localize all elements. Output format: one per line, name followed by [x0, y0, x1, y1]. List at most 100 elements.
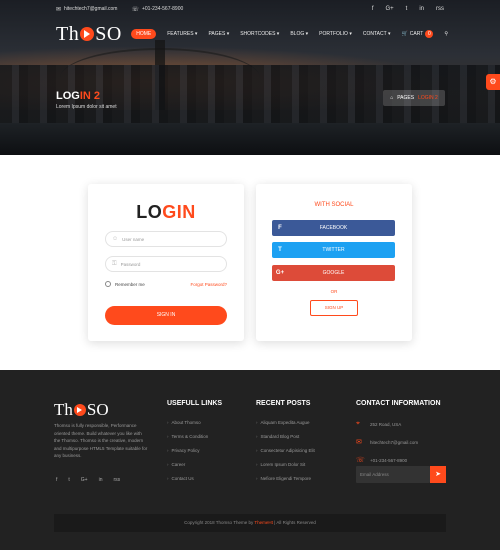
or-divider: OR [330, 289, 338, 294]
chevron-right-icon: › [256, 475, 258, 481]
settings-float-button[interactable]: ⚙ [486, 74, 500, 90]
twitter-icon[interactable]: t [406, 6, 408, 12]
password-field[interactable]: ⚿ [105, 256, 227, 272]
chevron-right-icon: › [167, 447, 169, 453]
contact-address: ⌖ 252 Road, USA [356, 420, 402, 427]
copyright-brand-link[interactable]: ThemeHt [254, 520, 273, 525]
logo-play-icon [80, 27, 95, 41]
page-title: LOGIN 2 [56, 90, 101, 102]
footer-logo[interactable]: Th SO [54, 400, 109, 420]
contact-email[interactable]: ✉ hitechtech7@gmail.com [356, 433, 441, 451]
map-pin-icon: ⌖ [356, 420, 360, 427]
footer-link[interactable]: › Career [167, 457, 222, 471]
mail-icon: ✉ [56, 6, 62, 13]
recent-posts-title: RECENT POSTS [256, 400, 311, 407]
footer-link[interactable]: › Contact Us [167, 471, 222, 485]
footer-post[interactable]: › Nefiore Eligendi Tempore [256, 471, 315, 485]
chevron-right-icon: › [256, 433, 258, 439]
twitter-icon: t [278, 247, 282, 253]
nav-item-shortcodes[interactable]: SHORTCODES ▾ [240, 31, 279, 37]
chevron-right-icon: › [167, 461, 169, 467]
search-icon[interactable]: ⚲ [444, 31, 448, 37]
sign-in-button[interactable]: SIGN IN [105, 306, 227, 325]
footer-post[interactable]: › Aliquam Expedita Augue [256, 415, 315, 429]
sign-up-button[interactable]: SIGN UP [310, 300, 358, 316]
footer-link[interactable]: › Terms & Condition [167, 429, 222, 443]
home-icon[interactable]: ⌂ [390, 95, 393, 101]
footer-recent-posts: RECENT POSTS › Aliquam Expedita Augue › St… [256, 400, 315, 485]
forgot-password-link[interactable]: Forgot Password? [190, 282, 227, 287]
rss-icon[interactable]: rss [114, 477, 121, 483]
footer-contact: CONTACT INFORMATION ⌖ 252 Road, USA ✉ hi… [356, 400, 441, 469]
phone-icon: ☏ [131, 6, 139, 13]
newsletter-email-input[interactable] [360, 472, 426, 477]
river [0, 123, 500, 155]
login-card: LOGIN ☺ ⚿ Remember me Forgot Password? S… [88, 184, 244, 341]
chevron-right-icon: › [167, 419, 169, 425]
facebook-icon[interactable]: f [56, 477, 57, 483]
rss-icon[interactable]: rss [436, 6, 444, 12]
useful-links-title: USEFULL LINKS [167, 400, 223, 407]
contact-title: CONTACT INFORMATION [356, 400, 441, 407]
newsletter-submit-button[interactable]: ➤ [430, 466, 446, 483]
remember-row: Remember me Forgot Password? [105, 281, 227, 287]
password-input[interactable] [120, 261, 221, 267]
google-plus-icon[interactable]: G+ [385, 6, 393, 12]
site-logo[interactable]: Th SO [56, 23, 122, 46]
footer-about-text: Thomso is fully responsible, Performance… [54, 423, 148, 458]
login-title: LOGIN [136, 202, 196, 222]
cart-button[interactable]: 🛒 Cart 0 [402, 30, 434, 38]
nav-menu: HOME FEATURES ▾ PAGES ▾ SHORTCODES ▾ BLO… [131, 29, 448, 39]
nav-item-pages[interactable]: PAGES ▾ [208, 31, 229, 37]
chevron-right-icon: › [256, 461, 258, 467]
topbar-phone[interactable]: ☏ +01-234-567-8900 [131, 6, 183, 13]
page-subtitle: Lorem Ipsum dolor sit amet [56, 104, 117, 110]
username-field[interactable]: ☺ [105, 231, 227, 247]
facebook-icon[interactable]: f [372, 6, 374, 12]
google-plus-icon: G+ [275, 270, 285, 276]
footer-post[interactable]: › Lorem Ipsum Dolor Sit [256, 457, 315, 471]
linkedin-icon[interactable]: in [419, 6, 424, 12]
chevron-right-icon: › [256, 419, 258, 425]
social-login-title: WITH SOCIAL [314, 202, 354, 208]
phone-icon: ☏ [356, 457, 365, 464]
nav-item-home[interactable]: HOME [131, 29, 157, 39]
chevron-right-icon: › [167, 475, 169, 481]
chevron-right-icon: › [167, 433, 169, 439]
breadcrumb-current: LOGIN 2 [418, 95, 438, 101]
footer-link[interactable]: › About Thomso [167, 415, 222, 429]
remember-checkbox[interactable] [105, 281, 111, 287]
top-bar: ✉ hitechtech7@gmail.com ☏ +01-234-567-89… [56, 4, 444, 14]
nav-item-portfolio[interactable]: PORTFOLIO ▾ [319, 31, 352, 37]
facebook-icon: f [278, 225, 282, 231]
logo-play-icon [73, 404, 86, 416]
remember-label[interactable]: Remember me [115, 282, 145, 287]
user-icon: ☺ [112, 236, 119, 242]
breadcrumb: ⌂ PAGES LOGIN 2 [383, 90, 445, 106]
facebook-login-button[interactable]: f FACEBOOK [272, 220, 395, 236]
google-plus-icon[interactable]: G+ [81, 477, 88, 483]
cart-count-badge: 0 [425, 30, 434, 38]
twitter-icon[interactable]: t [68, 477, 69, 483]
footer-post[interactable]: › Standard Blog Post [256, 429, 315, 443]
nav-item-features[interactable]: FEATURES ▾ [167, 31, 197, 37]
linkedin-icon[interactable]: in [99, 477, 103, 483]
nav-item-contact[interactable]: CONTACT ▾ [363, 31, 391, 37]
footer-link[interactable]: › Privacy Policy [167, 443, 222, 457]
twitter-login-button[interactable]: t TWITTER [272, 242, 395, 258]
footer-post[interactable]: › Consectetur Adipisicing Elit [256, 443, 315, 457]
google-login-button[interactable]: G+ GOOGLE [272, 265, 395, 281]
main-nav: Th SO HOME FEATURES ▾ PAGES ▾ SHORTCODES … [56, 23, 448, 46]
footer-social: f t G+ in rss [56, 477, 120, 483]
topbar-social: f G+ t in rss [372, 6, 444, 12]
username-input[interactable] [122, 236, 223, 242]
nav-item-blog[interactable]: BLOG ▾ [290, 31, 308, 37]
mail-icon: ✉ [356, 439, 362, 446]
footer-useful-links: USEFULL LINKS › About Thomso › Terms & Con… [167, 400, 222, 485]
topbar-email[interactable]: ✉ hitechtech7@gmail.com [56, 6, 117, 13]
copyright-bar: Copyright 2018 Thomso Theme by ThemeHt |… [54, 514, 446, 532]
cart-icon: 🛒 [401, 31, 408, 37]
breadcrumb-pages[interactable]: PAGES [397, 95, 414, 101]
chevron-right-icon: › [256, 447, 258, 453]
newsletter-email-field[interactable] [356, 466, 430, 483]
